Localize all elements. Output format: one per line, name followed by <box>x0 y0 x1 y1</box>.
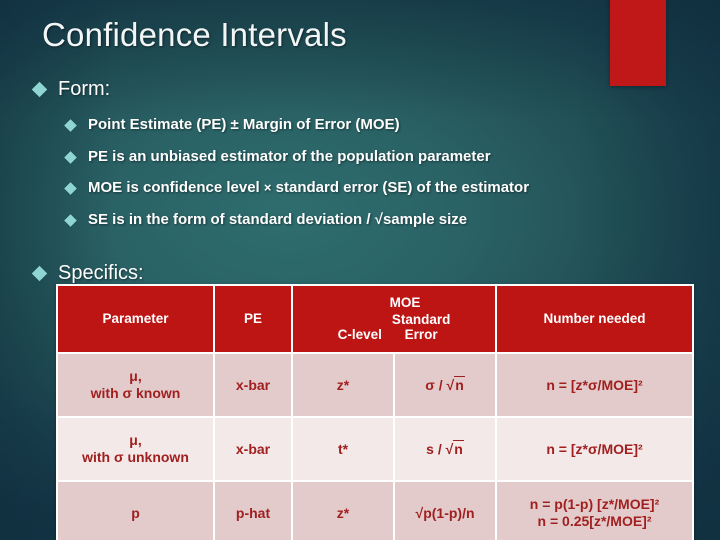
specifics-table: Parameter PE MOE C-level Standard Error … <box>56 284 695 540</box>
bullet-point-3-label: MOE is confidence level × standard error… <box>88 179 529 196</box>
bullet-point-3: MOE is confidence level × standard error… <box>64 179 529 196</box>
cell-parameter: p <box>58 482 213 540</box>
se-prefix: σ / √ <box>425 376 455 393</box>
cell-pe: x-bar <box>215 354 291 416</box>
moe-group-label: MOE <box>389 295 421 311</box>
standard-error-line1: Standard <box>391 312 451 328</box>
parameter-line2: with σ unknown <box>82 449 189 465</box>
cell-parameter: μ, with σ unknown <box>58 418 213 480</box>
column-header-standard-error: Standard Error <box>392 312 451 342</box>
multiplication-sign: × <box>263 180 272 195</box>
diamond-bullet-icon <box>64 182 77 195</box>
cell-pe: p-hat <box>215 482 291 540</box>
column-header-c-level: C-level <box>337 326 382 342</box>
diamond-bullet-icon <box>31 265 48 282</box>
cell-c-level: z* <box>293 482 393 540</box>
column-header-parameter: Parameter <box>58 286 213 352</box>
parameter-line1: μ, <box>129 432 142 449</box>
column-header-moe-group: MOE C-level Standard Error <box>293 286 496 352</box>
standard-error-line2: Error <box>404 327 438 343</box>
se-radicand: n <box>454 375 465 393</box>
cell-standard-error: s / √n <box>395 418 496 480</box>
bullet-point-4-label: SE is in the form of standard deviation … <box>88 211 468 228</box>
bullet-form-label: Form: <box>58 78 111 100</box>
bullet-point-2-label: PE is an unbiased estimator of the popul… <box>88 148 491 165</box>
cell-c-level: z* <box>293 354 393 416</box>
cell-standard-error: √p(1-p)/n <box>395 482 496 540</box>
bullet-specifics-label: Specifics: <box>58 262 144 284</box>
diamond-bullet-icon <box>64 119 77 132</box>
bullet-point-2: PE is an unbiased estimator of the popul… <box>64 148 491 165</box>
cell-number-needed: n = p(1-p) [z*/MOE]² n = 0.25[z*/MOE]² <box>497 482 693 540</box>
moe-subheaders: C-level Standard Error <box>297 312 491 342</box>
diamond-bullet-icon <box>64 214 77 227</box>
cell-number-needed: n = [z*σ/MOE]² <box>497 354 693 416</box>
bullet-point-1-label: Point Estimate (PE) ± Margin of Error (M… <box>88 116 400 133</box>
se-prefix: s / √ <box>426 440 454 457</box>
se-radicand: p(1-p)/n <box>423 504 475 521</box>
number-needed-line2: n = 0.25[z*/MOE]² <box>537 513 652 529</box>
cell-number-needed: n = [z*σ/MOE]² <box>497 418 693 480</box>
cell-standard-error: σ / √n <box>395 354 496 416</box>
bullet-point-3-pre: MOE is confidence level <box>88 179 264 196</box>
column-header-pe: PE <box>215 286 291 352</box>
number-needed-line1: n = p(1-p) [z*/MOE]² <box>529 496 660 513</box>
diamond-bullet-icon <box>64 151 77 164</box>
column-header-number-needed: Number needed <box>497 286 693 352</box>
diamond-bullet-icon <box>31 81 48 98</box>
bullet-point-1: Point Estimate (PE) ± Margin of Error (M… <box>64 116 400 133</box>
cell-parameter: μ, with σ known <box>58 354 213 416</box>
parameter-line1: μ, <box>129 368 142 385</box>
table-row: p p-hat z* √p(1-p)/n n = p(1-p) [z*/MOE]… <box>58 482 693 540</box>
cell-c-level: t* <box>293 418 393 480</box>
page-title: Confidence Intervals <box>42 16 347 53</box>
slide-canvas: Confidence Intervals Form: Point Estimat… <box>0 0 720 540</box>
se-radicand: n <box>453 439 464 457</box>
table-row: μ, with σ unknown x-bar t* s / √n n = [z… <box>58 418 693 480</box>
table-row: μ, with σ known x-bar z* σ / √n n = [z*σ… <box>58 354 693 416</box>
bullet-specifics: Specifics: <box>31 262 144 285</box>
table-header-row: Parameter PE MOE C-level Standard Error … <box>58 286 693 352</box>
accent-bar <box>610 0 666 86</box>
bullet-form: Form: <box>31 78 111 101</box>
cell-pe: x-bar <box>215 418 291 480</box>
bullet-point-3-post: standard error (SE) of the estimator <box>271 179 530 196</box>
parameter-line2: with σ known <box>90 385 181 401</box>
bullet-point-4: SE is in the form of standard deviation … <box>64 211 468 228</box>
